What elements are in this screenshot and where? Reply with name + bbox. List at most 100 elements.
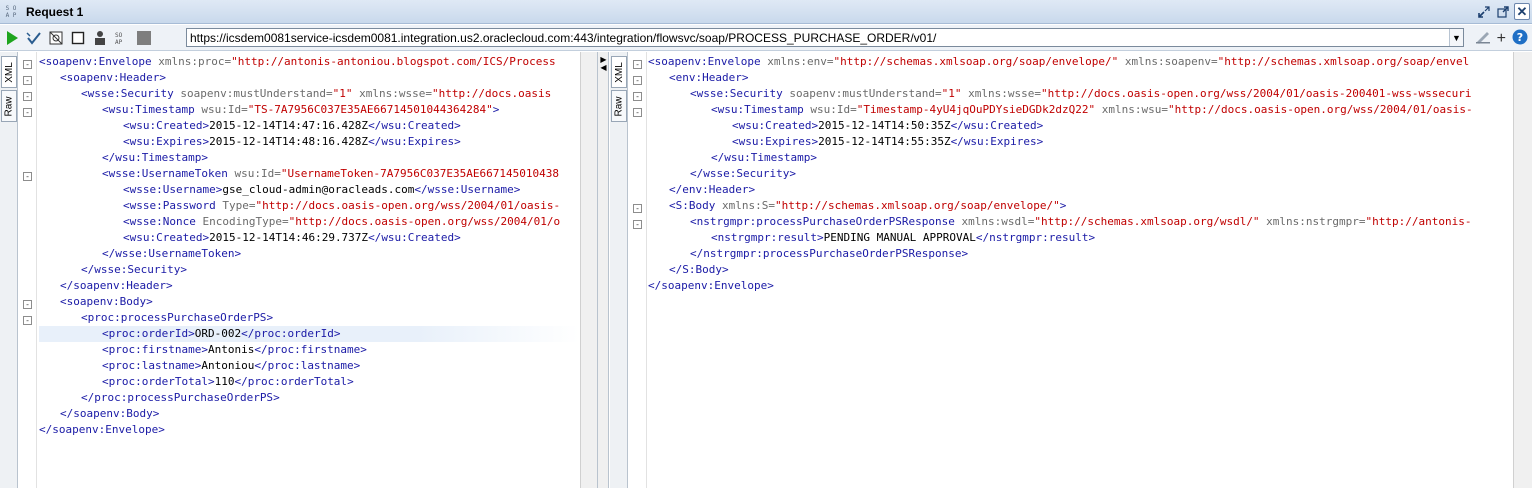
request-xml-token: > (360, 343, 367, 356)
tab-response-xml[interactable]: XML (611, 56, 627, 88)
tab-request-xml[interactable]: XML (1, 56, 17, 88)
auth-user-icon[interactable] (90, 28, 110, 48)
request-xml-token: wsse:Username (129, 183, 216, 196)
request-xml-token: > (180, 263, 187, 276)
create-empty-request-icon[interactable] (46, 28, 66, 48)
request-xml-token: 2015-12-14T14:47:16.428Z (209, 119, 369, 132)
response-xml-line: <wsse:Security soapenv:mustUnderstand="1… (648, 86, 1512, 102)
request-xml-token: > (165, 279, 173, 292)
request-xml-token: < (123, 215, 130, 228)
endpoint-url-text[interactable]: https://icsdem0081service-icsdem0081.int… (187, 31, 1449, 45)
svg-text:?: ? (1517, 31, 1523, 44)
request-xml-line: </wsu:Timestamp> (39, 150, 579, 166)
fold-toggle-icon[interactable]: - (23, 172, 32, 181)
request-xml-editor[interactable]: <soapenv:Envelope xmlns:proc="http://ant… (39, 54, 579, 488)
response-xml-line: <soapenv:Envelope xmlns:env="http://sche… (648, 54, 1512, 70)
request-xml-token: soapenv:Body (73, 407, 153, 420)
tab-response-xml-label: XML (613, 61, 625, 83)
request-xml-token: < (102, 359, 109, 372)
response-xml-token: env:Header (675, 71, 742, 84)
request-xml-token: proc:lastname (108, 359, 195, 372)
request-xml-token: > (454, 119, 461, 132)
response-xml-editor[interactable]: <soapenv:Envelope xmlns:env="http://sche… (648, 54, 1512, 488)
fold-toggle-icon[interactable]: - (633, 92, 642, 101)
response-xml-token: wsu:Created (738, 119, 812, 132)
request-xml-token: wsu:Created (129, 119, 203, 132)
tab-request-raw-label: Raw (3, 95, 15, 117)
fold-toggle-icon[interactable]: - (23, 108, 32, 117)
request-xml-token: ORD-002 (194, 327, 242, 340)
response-xml-token: > (741, 71, 749, 84)
request-xml-token: wsse:UsernameToken (115, 247, 235, 260)
response-xml-line: </S:Body> (648, 262, 1512, 278)
svg-text:SO: SO (115, 32, 123, 39)
fold-toggle-icon[interactable]: - (23, 60, 32, 69)
request-xml-token: </ (254, 343, 268, 356)
fold-toggle-icon[interactable]: - (23, 92, 32, 101)
splitter-arrows-icon[interactable]: ▶ ◀ (599, 56, 608, 72)
detach-icon[interactable] (1495, 3, 1511, 20)
request-xml-token: 110 (214, 375, 235, 388)
fold-toggle-icon[interactable]: - (23, 76, 32, 85)
expand-icon[interactable] (134, 28, 154, 48)
request-xml-token: > (266, 311, 274, 324)
request-xml-token: > (454, 135, 461, 148)
fold-toggle-icon[interactable]: - (633, 204, 642, 213)
request-xml-line: <wsu:Timestamp wsu:Id="TS-7A7956C037E35A… (39, 102, 579, 118)
fold-toggle-icon[interactable]: - (23, 300, 32, 309)
request-scrollbar[interactable] (580, 52, 597, 488)
validate-icon[interactable] (24, 28, 44, 48)
response-xml-line: <wsu:Expires>2015-12-14T14:55:35Z</wsu:E… (648, 134, 1512, 150)
close-icon[interactable]: ✕ (1514, 3, 1530, 20)
response-xml-line: <wsu:Timestamp wsu:Id="Timestamp-4yU4jqO… (648, 102, 1512, 118)
run-icon[interactable] (2, 28, 22, 48)
fold-toggle-icon[interactable]: - (633, 76, 642, 85)
help-icon[interactable]: ? (1512, 29, 1528, 48)
request-editor-tabs: XML Raw (0, 52, 18, 488)
request-xml-token: </ (81, 391, 95, 404)
request-xml-token: wsse:Password (129, 199, 216, 212)
wss-settings-icon[interactable]: SO AP (112, 28, 132, 48)
request-fold-gutter: - - - - - - - (19, 52, 37, 488)
stop-icon[interactable] (68, 28, 88, 48)
request-xml-token: wsu:Timestamp (108, 103, 195, 116)
request-xml-token: > (159, 71, 166, 84)
response-xml-token: env:Header (682, 183, 749, 196)
response-xml-token: </ (690, 167, 704, 180)
response-xml-token: xmlns:wsdl= (954, 215, 1035, 228)
soap-icon-bottom: A P (5, 11, 17, 19)
edit-endpoint-icon[interactable] (1475, 30, 1491, 47)
request-xml-token: > (201, 343, 208, 356)
request-xml-line: <wsu:Created>2015-12-14T14:47:16.428Z</w… (39, 118, 579, 134)
response-xml-line: <nstrgmpr:result>PENDING MANUAL APPROVAL… (648, 230, 1512, 246)
response-xml-token: S:Body (675, 199, 716, 212)
restore-icon[interactable] (1476, 3, 1492, 20)
tab-request-raw[interactable]: Raw (1, 90, 17, 122)
request-xml-line: <proc:lastname>Antoniou</proc:lastname> (39, 358, 579, 374)
tab-response-raw[interactable]: Raw (611, 90, 627, 122)
pane-splitter[interactable]: ▶ ◀ (597, 52, 609, 488)
request-xml-token: </ (102, 247, 116, 260)
chevron-down-icon[interactable]: ▼ (1449, 29, 1463, 46)
response-xml-token: soapenv:Envelope (654, 55, 761, 68)
request-xml-line: <wsu:Created>2015-12-14T14:46:29.737Z</w… (39, 230, 579, 246)
fold-toggle-icon[interactable]: - (23, 316, 32, 325)
request-xml-token: "http://docs.oasis-open.org/wss/2004/01/… (288, 215, 561, 228)
fold-toggle-icon[interactable]: - (633, 108, 642, 117)
request-xml-token: gse_cloud-admin@oracleads.com (222, 183, 415, 196)
response-xml-token: > (816, 231, 824, 244)
response-xml-token: > (1036, 135, 1044, 148)
add-endpoint-icon[interactable]: + (1497, 30, 1506, 46)
request-xml-line: <soapenv:Header> (39, 70, 579, 86)
request-xml-line: <wsu:Expires>2015-12-14T14:48:16.428Z</w… (39, 134, 579, 150)
tab-request-xml-label: XML (3, 61, 15, 83)
request-xml-token: > (492, 103, 500, 116)
response-xml-token: wsu:Timestamp (724, 151, 811, 164)
response-xml-token: < (669, 71, 676, 84)
fold-toggle-icon[interactable]: - (633, 220, 642, 229)
response-scrollbar[interactable] (1513, 52, 1532, 488)
request-xml-token: "1" (332, 87, 353, 100)
endpoint-url-field[interactable]: https://icsdem0081service-icsdem0081.int… (186, 28, 1464, 47)
window-title: Request 1 (26, 4, 84, 19)
fold-toggle-icon[interactable]: - (633, 60, 642, 69)
